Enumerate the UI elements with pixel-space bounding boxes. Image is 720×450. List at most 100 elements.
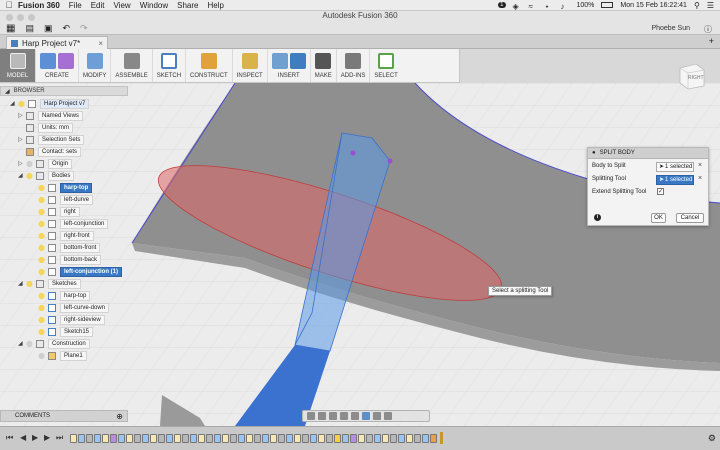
menu-file[interactable]: File: [69, 1, 82, 10]
tree-item-body[interactable]: bottom-back: [38, 254, 102, 265]
select-arrow-icon[interactable]: [378, 53, 395, 69]
timeline-feature[interactable]: [350, 433, 357, 443]
visibility-bulb-icon[interactable]: [38, 219, 45, 228]
timeline-feature[interactable]: [326, 433, 333, 443]
redo-icon[interactable]: ↷: [80, 23, 88, 34]
viewports-icon[interactable]: [384, 412, 392, 420]
menu-share[interactable]: Share: [177, 1, 198, 10]
fit-icon[interactable]: [351, 412, 359, 420]
toolbar-group-construct[interactable]: CONSTRUCT: [186, 49, 233, 82]
play-icon[interactable]: ▶: [32, 433, 38, 442]
apple-icon[interactable]: : [0, 0, 18, 10]
ok-button[interactable]: OK: [651, 213, 666, 223]
toolbar-group-inspect[interactable]: INSPECT: [233, 49, 268, 82]
make-3d-print-icon[interactable]: [315, 53, 332, 69]
clear-body-selection-icon[interactable]: ×: [698, 162, 702, 169]
timeline-feature[interactable]: [430, 433, 437, 443]
visibility-bulb-icon[interactable]: [26, 171, 33, 180]
timeline-marker[interactable]: [440, 432, 443, 444]
visibility-bulb-icon[interactable]: [38, 255, 45, 264]
toolbar-group-modify[interactable]: MODIFY: [79, 49, 112, 82]
dropbox-icon[interactable]: ◈: [513, 2, 522, 11]
search-icon[interactable]: ⚲: [694, 1, 700, 10]
timeline-feature[interactable]: [182, 433, 189, 443]
menu-window[interactable]: Window: [140, 1, 168, 10]
tree-item-origin[interactable]: ▷ Origin: [18, 158, 73, 169]
vertex-point[interactable]: [387, 158, 393, 164]
expand-arrow-icon[interactable]: ▷: [18, 160, 26, 167]
visibility-bulb-icon[interactable]: [38, 303, 45, 312]
document-tab[interactable]: Harp Project v7* ×: [6, 36, 108, 49]
timeline-feature[interactable]: [134, 433, 141, 443]
timeline-feature[interactable]: [206, 433, 213, 443]
create-form-icon[interactable]: [58, 53, 74, 69]
bluetooth-icon[interactable]: ⋆: [545, 2, 554, 11]
timeline-feature[interactable]: [78, 433, 85, 443]
tree-item-sketch[interactable]: left-curve-down: [38, 302, 110, 313]
visibility-bulb-icon[interactable]: [38, 351, 45, 360]
expand-arrow-icon[interactable]: ◢: [18, 340, 26, 347]
clear-tool-selection-icon[interactable]: ×: [698, 175, 702, 182]
expand-arrow-icon[interactable]: ◢: [18, 280, 26, 287]
inspect-measure-icon[interactable]: [241, 53, 258, 69]
timeline-feature[interactable]: [358, 433, 365, 443]
body-to-split-selector[interactable]: ➤ 1 selected: [656, 162, 694, 172]
modify-press-pull-icon[interactable]: [86, 53, 103, 69]
tree-item-body[interactable]: left-conjunction (1): [38, 266, 122, 277]
tree-item-body[interactable]: right: [38, 206, 80, 217]
timeline-feature[interactable]: [118, 433, 125, 443]
timeline-feature[interactable]: [190, 433, 197, 443]
zoom-icon[interactable]: [340, 412, 348, 420]
tree-item-selection-sets[interactable]: ▷ Selection Sets: [18, 134, 85, 145]
timeline-feature[interactable]: [86, 433, 93, 443]
timeline-feature[interactable]: [406, 433, 413, 443]
toolbar-group-make[interactable]: MAKE: [311, 49, 337, 82]
expand-arrow-icon[interactable]: ▷: [18, 112, 26, 119]
timeline-feature[interactable]: [270, 433, 277, 443]
timeline-feature[interactable]: [166, 433, 173, 443]
tree-item-body[interactable]: right-front: [38, 230, 94, 241]
menu-edit[interactable]: Edit: [91, 1, 105, 10]
visibility-bulb-icon[interactable]: [18, 99, 25, 108]
timeline-feature[interactable]: [302, 433, 309, 443]
visibility-bulb-icon[interactable]: [38, 195, 45, 204]
help-icon[interactable]: ⓘ: [704, 24, 712, 35]
go-to-start-icon[interactable]: ⏮: [6, 433, 13, 443]
timeline-feature[interactable]: [150, 433, 157, 443]
visibility-bulb-icon[interactable]: [38, 243, 45, 252]
menu-help[interactable]: Help: [208, 1, 224, 10]
timeline-feature[interactable]: [238, 433, 245, 443]
timeline-feature[interactable]: [222, 433, 229, 443]
create-box-icon[interactable]: [40, 53, 56, 69]
timeline-feature[interactable]: [398, 433, 405, 443]
timeline-feature[interactable]: [374, 433, 381, 443]
timeline-settings-gear-icon[interactable]: ⚙: [708, 433, 716, 444]
workspace-switcher[interactable]: MODEL: [0, 49, 36, 82]
expand-arrow-icon[interactable]: ◢: [10, 100, 18, 107]
timeline-feature[interactable]: [214, 433, 221, 443]
timeline-feature[interactable]: [254, 433, 261, 443]
tree-item-units[interactable]: Units: mm: [18, 122, 73, 133]
timeline-feature[interactable]: [334, 433, 341, 443]
toolbar-group-sketch[interactable]: SKETCH: [153, 49, 187, 82]
timeline-feature[interactable]: [142, 433, 149, 443]
timeline-feature[interactable]: [246, 433, 253, 443]
timeline-feature[interactable]: [230, 433, 237, 443]
add-comment-icon[interactable]: ⊕: [116, 412, 123, 421]
timeline-feature[interactable]: [366, 433, 373, 443]
tree-item-sketch[interactable]: right-sideview: [38, 314, 105, 325]
go-to-end-icon[interactable]: ⏭: [56, 433, 63, 443]
tree-item-body[interactable]: left-durve: [38, 194, 94, 205]
visibility-bulb-icon[interactable]: [38, 315, 45, 324]
timeline-feature[interactable]: [318, 433, 325, 443]
tree-item-construction[interactable]: ◢ Construction: [18, 338, 90, 349]
look-at-icon[interactable]: [318, 412, 326, 420]
timeline-feature[interactable]: [70, 433, 77, 443]
timeline-feature[interactable]: [174, 433, 181, 443]
display-settings-icon[interactable]: [362, 412, 370, 420]
vertex-point[interactable]: [350, 150, 356, 156]
volume-icon[interactable]: ♪: [561, 2, 570, 11]
visibility-bulb-icon[interactable]: [26, 279, 33, 288]
tree-item-body[interactable]: left-conjunction: [38, 218, 109, 229]
timeline-feature[interactable]: [94, 433, 101, 443]
